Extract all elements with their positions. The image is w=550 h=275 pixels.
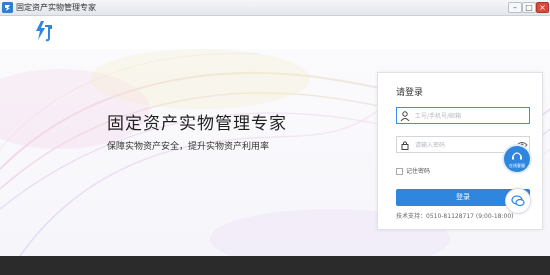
- username-field[interactable]: [396, 107, 530, 124]
- support-text: 技术支持：0510-81128717 (9:00-18:00): [396, 213, 514, 220]
- maximize-button[interactable]: □: [522, 2, 536, 13]
- minimize-icon: –: [513, 3, 517, 12]
- footer-bar: [0, 256, 550, 275]
- hero-sub-slogan: 保障实物资产安全，提升实物资产利用率: [107, 142, 270, 152]
- hero-slogan: 固定资产实物管理专家: [107, 114, 287, 134]
- username-input[interactable]: [415, 110, 515, 122]
- minimize-button[interactable]: –: [508, 2, 522, 13]
- close-button[interactable]: ×: [536, 2, 549, 13]
- title-bar: 固定资产实物管理专家 – □ ×: [0, 0, 550, 16]
- chat-button[interactable]: [505, 188, 531, 214]
- remember-label: 记住密码: [406, 168, 431, 175]
- online-service-label: 在线客服: [509, 163, 525, 168]
- remember-password[interactable]: 记住密码: [396, 168, 430, 176]
- online-service-button[interactable]: 在线客服: [502, 144, 532, 174]
- app-icon: [2, 2, 13, 13]
- brand-logo: [36, 21, 52, 42]
- window-title: 固定资产实物管理专家: [16, 3, 96, 12]
- lock-icon: [400, 140, 410, 150]
- close-icon: ×: [539, 3, 546, 12]
- login-title: 请登录: [396, 88, 424, 98]
- password-input[interactable]: [415, 139, 515, 151]
- chat-icon: [506, 195, 530, 210]
- remember-checkbox[interactable]: [396, 168, 403, 175]
- maximize-icon: □: [525, 3, 533, 12]
- header: [0, 16, 550, 49]
- user-icon: [400, 111, 410, 122]
